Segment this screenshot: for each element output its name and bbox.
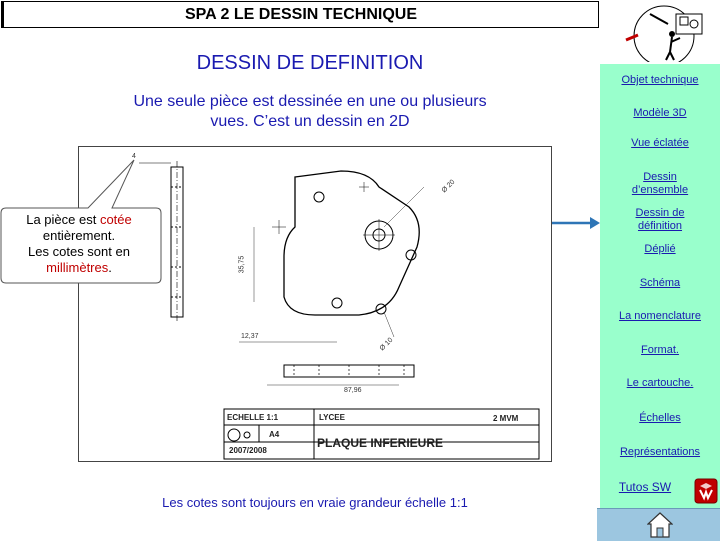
footer-note: Les cotes sont toujours en vraie grandeu… [162, 495, 468, 510]
section-title: DESSIN DE DEFINITION [196, 52, 424, 74]
home-bar [597, 508, 720, 541]
sidebar-item-objet-technique[interactable]: Objet technique [600, 74, 720, 87]
sidebar-item-nomenclature[interactable]: La nomenclature [600, 310, 720, 323]
callout-line3: Les cotes sont en [28, 244, 130, 259]
callout-line1-prefix: La pièce est [26, 212, 100, 227]
tutos-sw-link[interactable]: Tutos SW [600, 480, 690, 494]
sidebar-item-deplie[interactable]: Déplié [600, 243, 720, 256]
sidebar-item-vue-eclatee[interactable]: Vue éclatée [600, 137, 720, 150]
dim-8796-label: 87,96 [344, 387, 362, 394]
titleblock-scale: ECHELLE 1:1 [227, 413, 279, 422]
titleblock-school: LYCEE [319, 413, 345, 422]
sidebar-nav: Objet technique Modèle 3D Vue éclatée De… [600, 64, 720, 510]
page-title: SPA 2 LE DESSIN TECHNIQUE [1, 1, 599, 28]
sidebar-item-dessin-ensemble[interactable]: Dessin d’ensemble [600, 171, 720, 197]
titleblock-part: PLAQUE INFERIEURE [317, 436, 444, 450]
sidebar-item-cartouche[interactable]: Le cartouche. [600, 377, 720, 390]
current-page-arrow [552, 216, 600, 230]
sidebar-item-format[interactable]: Format. [600, 344, 720, 357]
callout-highlight-millimetres: millimètres [46, 260, 109, 275]
sidebar-item-dessin-definition[interactable]: Dessin de définition [600, 207, 720, 233]
sidebar-item-modele-3d[interactable]: Modèle 3D [600, 107, 720, 120]
intro-text: Une seule pièce est dessinée en une ou p… [133, 93, 487, 130]
technician-drawing-logo [610, 2, 718, 67]
titleblock-class: 2 MVM [493, 414, 519, 423]
titleblock-format: A4 [269, 430, 280, 439]
callout-line4-suffix: . [108, 260, 112, 275]
dim-1237-label: 12,37 [241, 333, 259, 340]
sidebar-item-echelles[interactable]: Échelles [600, 412, 720, 425]
callout-highlight-cotee: cotée [99, 212, 132, 227]
titleblock-year: 2007/2008 [229, 446, 267, 455]
sidebar-item-schema[interactable]: Schéma [600, 277, 720, 290]
callout-text: La pièce est cotée entièrement. Les cote… [4, 212, 154, 276]
sidebar-item-representations[interactable]: Représentations [600, 446, 720, 459]
callout-line2: entièrement. [42, 228, 116, 243]
home-icon[interactable] [646, 511, 674, 539]
solidworks-icon[interactable] [694, 478, 718, 504]
dim-3575-label: 35,75 [238, 255, 246, 274]
